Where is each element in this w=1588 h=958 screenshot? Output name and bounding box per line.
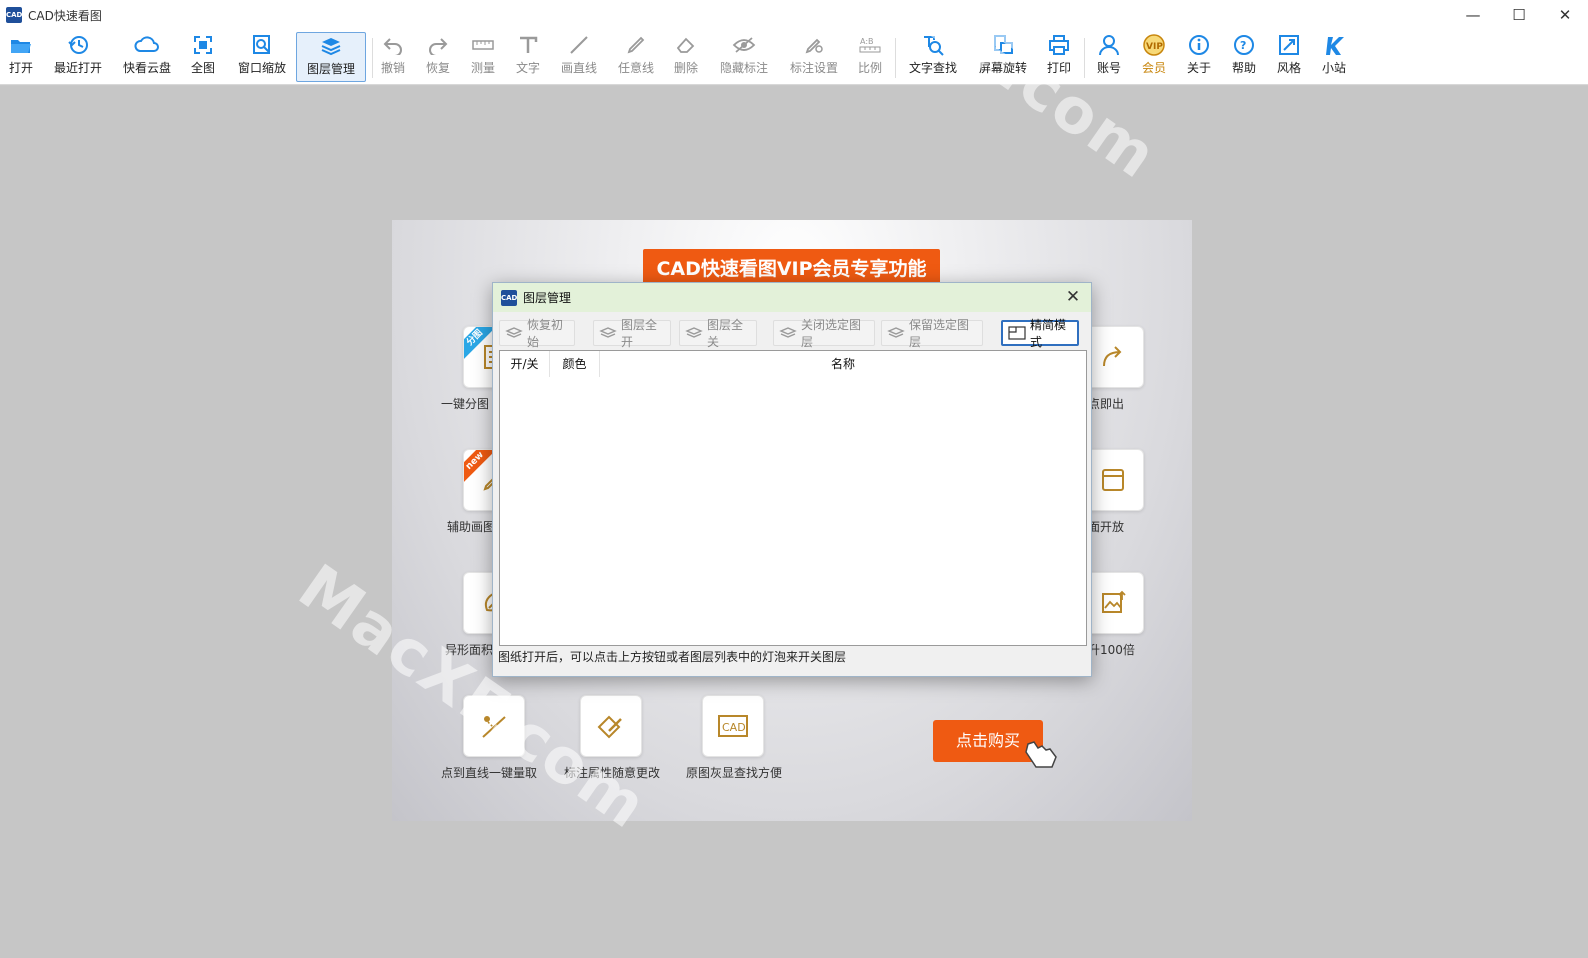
column-header-toggle[interactable]: 开/关 — [500, 351, 550, 377]
dialog-close-button[interactable]: ✕ — [1063, 287, 1083, 307]
text-icon — [517, 32, 539, 58]
close-icon: ✕ — [1558, 6, 1572, 24]
toolbar-hide-annot-button[interactable]: 隐藏标注 — [716, 32, 772, 82]
toolbar-layers-button[interactable]: 图层管理 — [296, 32, 366, 82]
layers-all-on-button[interactable]: 图层全开 — [593, 318, 671, 349]
user-icon — [1098, 32, 1120, 58]
toolbar-fit-all-button[interactable]: 全图 — [188, 32, 218, 82]
history-icon — [67, 32, 89, 58]
toolbar-annot-settings-button[interactable]: 标注设置 — [786, 32, 842, 82]
fit-all-icon — [193, 32, 213, 58]
close-icon: ✕ — [1065, 287, 1081, 307]
eraser-icon — [675, 32, 697, 58]
undo-icon — [382, 32, 404, 58]
compact-mode-button[interactable]: 精简模式 — [1001, 318, 1079, 349]
close-selected-layers-button[interactable]: 关闭选定图层 — [773, 318, 875, 349]
image-upgrade-icon — [1102, 590, 1126, 613]
restore-initial-button[interactable]: 恢复初始 — [499, 318, 575, 349]
help-icon: ? — [1233, 32, 1255, 58]
maximize-icon: ☐ — [1512, 6, 1526, 24]
toolbar-help-button[interactable]: ? 帮助 — [1229, 32, 1259, 82]
window-title: CAD快速看图 — [28, 8, 102, 23]
window-icon — [1102, 469, 1124, 491]
scale-icon: A:B — [858, 32, 882, 58]
minimize-icon: — — [1465, 6, 1481, 24]
dialog-title: 图层管理 — [523, 291, 572, 305]
column-header-name[interactable]: 名称 — [600, 351, 1086, 377]
feature-one-click[interactable]: 一点即出 — [1076, 326, 1222, 412]
eye-off-icon — [732, 32, 756, 58]
cad-gray-icon: CAD — [718, 715, 748, 737]
dialog-status-text: 图纸打开后，可以点击上方按钮或者图层列表中的灯泡来开关图层 — [498, 650, 847, 664]
toolbar-erase-button[interactable]: 删除 — [671, 32, 701, 82]
column-header-color[interactable]: 颜色 — [550, 351, 600, 377]
annotation-settings-icon — [803, 32, 825, 58]
toolbar-account-button[interactable]: 账号 — [1094, 32, 1124, 82]
layers-icon — [320, 33, 342, 59]
layer-on-icon — [599, 326, 617, 340]
feature-full-open[interactable]: 全面开放 — [1076, 449, 1222, 535]
svg-text:?: ? — [1240, 39, 1246, 52]
cloud-icon — [134, 32, 160, 58]
svg-text:A:B: A:B — [860, 37, 874, 46]
toolbar-site-button[interactable]: 小站 — [1319, 32, 1349, 82]
layers-all-off-button[interactable]: 图层全关 — [679, 318, 757, 349]
layer-manager-dialog: CAD 图层管理 ✕ 恢复初始 图层全开 图层全关 关闭选定图层 保留选定图层 … — [492, 282, 1092, 677]
toolbar-open-button[interactable]: 打开 — [4, 32, 38, 82]
app-logo-icon: CAD — [6, 7, 22, 23]
redo-icon — [427, 32, 449, 58]
compact-mode-icon — [1008, 326, 1026, 340]
toolbar-measure-button[interactable]: 测量 — [468, 32, 498, 82]
pen-icon — [625, 32, 647, 58]
toolbar-zoom-window-button[interactable]: 窗口缩放 — [234, 32, 290, 82]
toolbar-about-button[interactable]: 关于 — [1184, 32, 1214, 82]
dialog-app-icon: CAD — [501, 289, 517, 306]
close-button[interactable]: ✕ — [1542, 0, 1588, 30]
vip-icon: VIP — [1141, 32, 1167, 58]
layer-table[interactable]: 开/关 颜色 名称 — [499, 350, 1087, 646]
layer-close-selected-icon — [779, 326, 797, 340]
toolbar-redo-button[interactable]: 恢复 — [423, 32, 453, 82]
hand-pointer-icon — [1025, 741, 1057, 768]
style-icon — [1278, 32, 1300, 58]
feature-grayscale-find[interactable]: CAD 原图灰显查找方便 — [686, 695, 842, 781]
toolbar-cloud-button[interactable]: 快看云盘 — [120, 32, 174, 82]
brush-edit-icon — [597, 715, 622, 739]
toolbar-freeline-button[interactable]: 任意线 — [615, 32, 657, 82]
svg-text:CAD: CAD — [722, 721, 746, 734]
maximize-button[interactable]: ☐ — [1496, 0, 1542, 30]
title-bar: CAD CAD快速看图 — ☐ ✕ — [0, 0, 1588, 30]
site-k-icon — [1323, 32, 1345, 58]
toolbar-text-button[interactable]: 文字 — [513, 32, 543, 82]
svg-text:VIP: VIP — [1146, 42, 1163, 52]
minimize-button[interactable]: — — [1450, 0, 1496, 30]
toolbar-scale-button[interactable]: A:B 比例 — [855, 32, 885, 82]
line-icon — [568, 32, 590, 58]
layer-restore-icon — [505, 326, 523, 340]
toolbar-vip-button[interactable]: VIP 会员 — [1139, 32, 1169, 82]
layer-off-icon — [685, 326, 703, 340]
layer-keep-selected-icon — [887, 326, 905, 340]
ruler-icon — [471, 32, 495, 58]
folder-open-icon — [9, 32, 33, 58]
toolbar-line-button[interactable]: 画直线 — [558, 32, 600, 82]
dialog-toolbar: 恢复初始 图层全开 图层全关 关闭选定图层 保留选定图层 精简模式 — [499, 318, 1087, 349]
zoom-window-icon — [251, 32, 273, 58]
main-toolbar: 打开 最近打开 快看云盘 全图 窗口缩放 图层管理 撤销 恢复 测量 文字 画直… — [0, 30, 1588, 85]
toolbar-undo-button[interactable]: 撤销 — [378, 32, 408, 82]
dialog-title-bar: CAD 图层管理 ✕ — [493, 283, 1091, 312]
toolbar-recent-button[interactable]: 最近打开 — [50, 32, 106, 82]
keep-selected-layers-button[interactable]: 保留选定图层 — [881, 318, 983, 349]
toolbar-style-button[interactable]: 风格 — [1274, 32, 1304, 82]
arrow-curve-icon — [1103, 346, 1122, 367]
feature-speedup[interactable]: 提升100倍 — [1076, 572, 1222, 658]
info-icon — [1188, 32, 1210, 58]
